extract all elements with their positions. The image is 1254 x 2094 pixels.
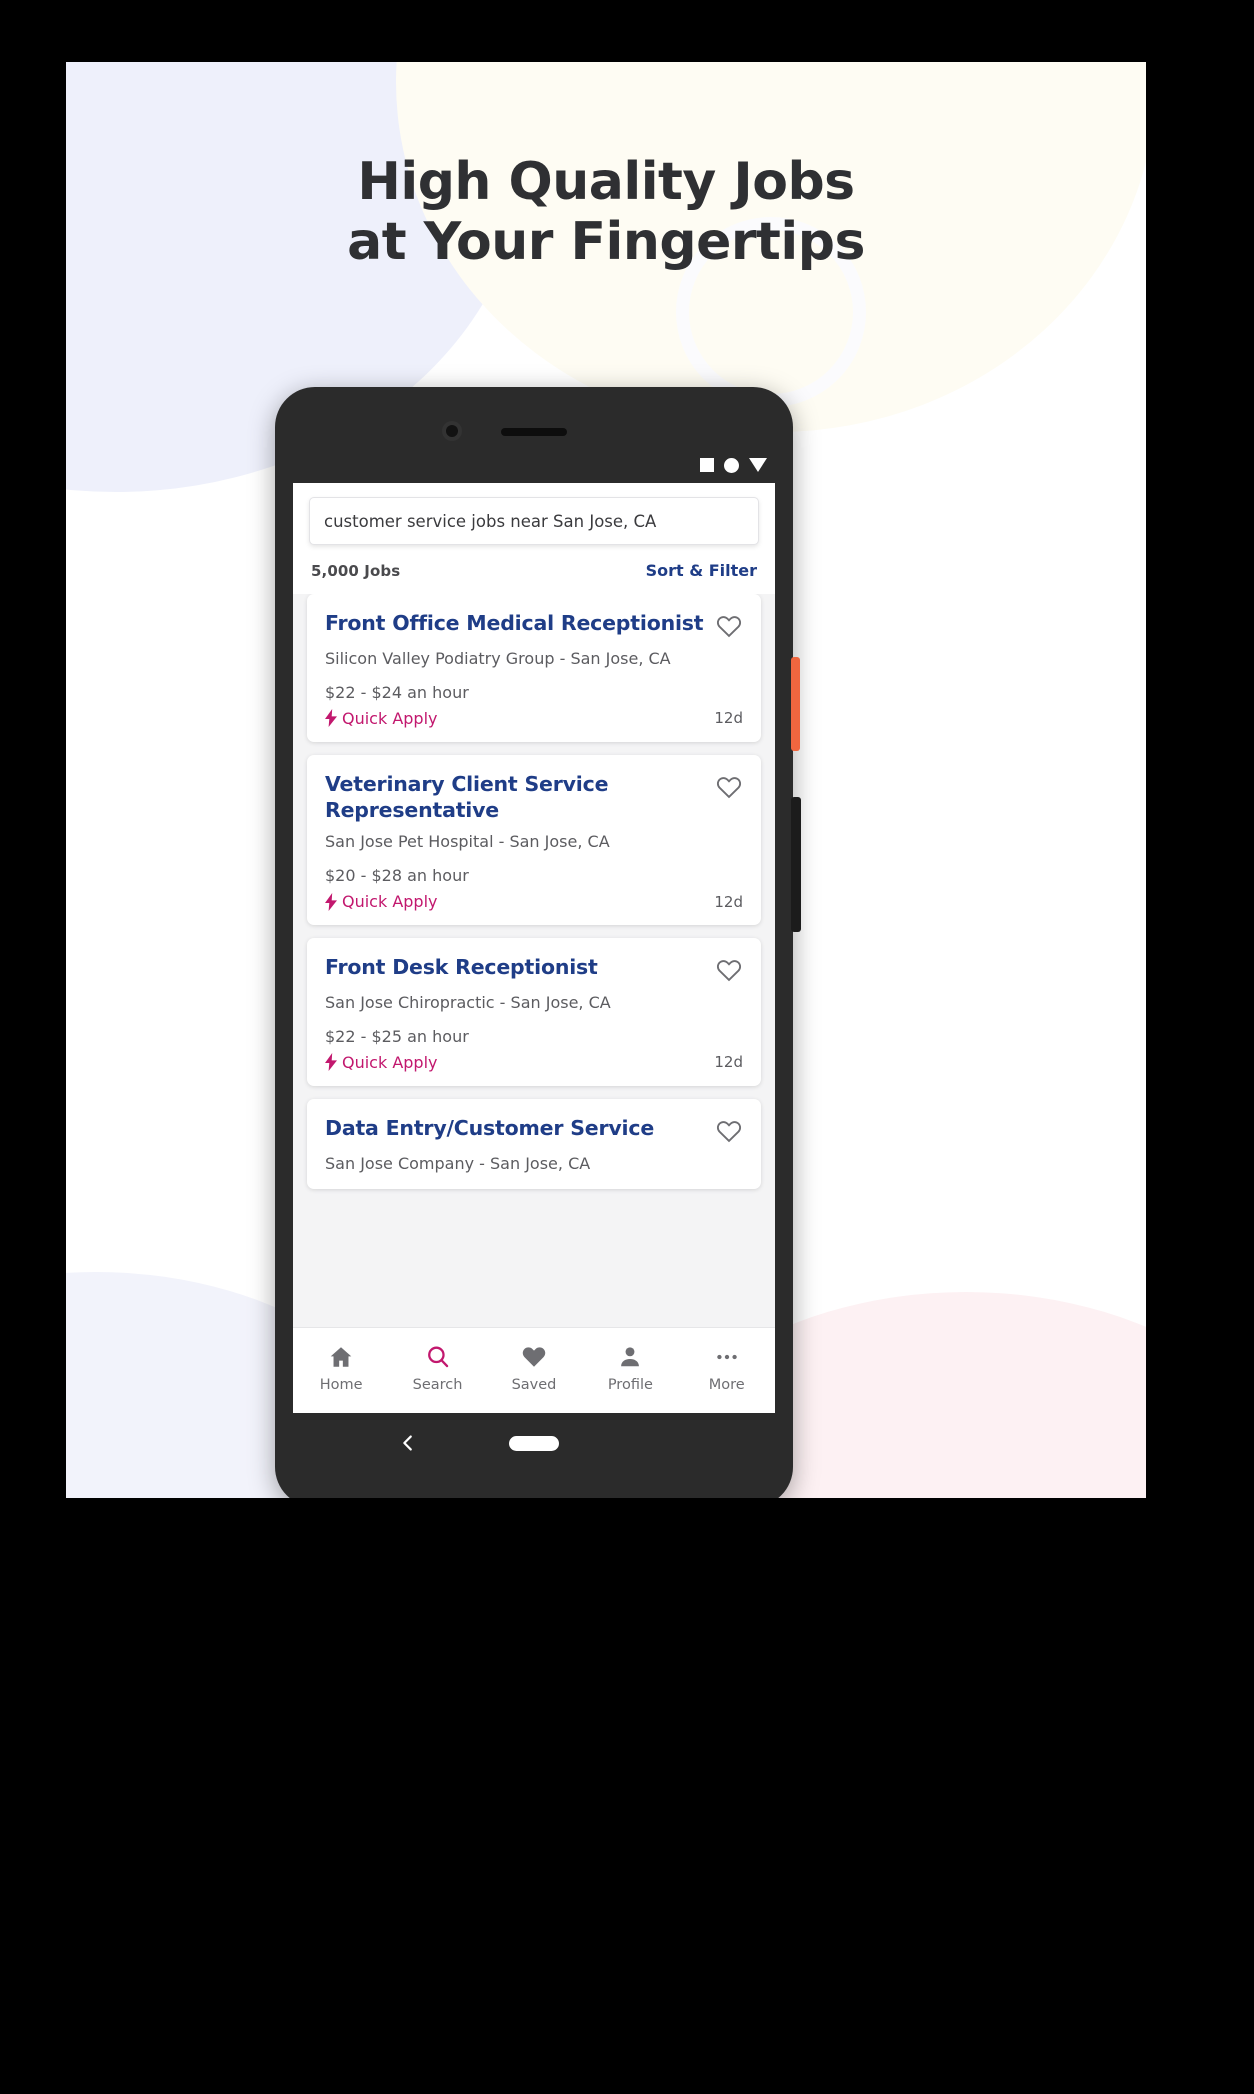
- front-camera-icon: [446, 425, 458, 437]
- lightning-bolt-icon: [325, 1053, 337, 1072]
- nav-label: Search: [412, 1377, 463, 1393]
- job-salary: $22 - $24 an hour: [325, 682, 469, 702]
- job-company: San Jose Company - San Jose, CA: [325, 1153, 591, 1173]
- earpiece-speaker: [501, 428, 567, 436]
- job-title[interactable]: Front Office Medical Receptionist: [325, 610, 705, 636]
- job-card[interactable]: Front Desk Receptionist San Jose Chiropr…: [307, 938, 761, 1086]
- results-bar: 5,000 Jobs Sort & Filter: [309, 545, 759, 594]
- job-footer: Quick Apply 12d: [325, 709, 743, 728]
- jobs-count-label: 5,000 Jobs: [311, 561, 401, 580]
- job-age: 12d: [714, 892, 743, 911]
- status-bar: [275, 449, 793, 481]
- heart-filled-icon: [521, 1344, 547, 1370]
- nav-item-saved[interactable]: Saved: [491, 1344, 577, 1393]
- job-title-row: Front Desk Receptionist: [325, 954, 743, 984]
- job-title[interactable]: Front Desk Receptionist: [325, 954, 705, 980]
- person-icon: [617, 1344, 643, 1370]
- job-salary: $20 - $28 an hour: [325, 866, 469, 886]
- job-footer: Quick Apply 12d: [325, 1053, 743, 1072]
- quick-apply-badge: Quick Apply: [325, 709, 438, 728]
- job-list[interactable]: Front Office Medical Receptionist Silico…: [293, 594, 775, 1327]
- job-title[interactable]: Data Entry/Customer Service: [325, 1115, 705, 1141]
- job-card[interactable]: Data Entry/Customer Service San Jose Com…: [307, 1098, 761, 1189]
- job-title-row: Veterinary Client Service Representative: [325, 771, 743, 823]
- job-age: 12d: [714, 1053, 743, 1072]
- job-card[interactable]: Veterinary Client Service Representative…: [307, 754, 761, 926]
- search-input[interactable]: [309, 497, 759, 545]
- quick-apply-label: Quick Apply: [342, 1052, 438, 1072]
- job-title-row: Front Office Medical Receptionist: [325, 610, 743, 640]
- heart-outline-icon[interactable]: [715, 1117, 743, 1145]
- lightning-bolt-icon: [325, 892, 337, 911]
- job-company: San Jose Chiropractic - San Jose, CA: [325, 993, 611, 1013]
- chevron-left-icon[interactable]: [397, 1432, 419, 1454]
- job-age: 12d: [714, 709, 743, 728]
- heart-outline-icon[interactable]: [715, 773, 743, 801]
- phone-mockup: 5,000 Jobs Sort & Filter Front Office Me…: [275, 387, 801, 1498]
- search-icon: [425, 1344, 451, 1370]
- volume-rocker[interactable]: [791, 797, 801, 932]
- nav-item-more[interactable]: More: [684, 1344, 770, 1393]
- circle-icon: [724, 457, 739, 473]
- screenshot-root: High Quality Jobs at Your Fingertips 5,0…: [0, 0, 1254, 2094]
- promo-headline: High Quality Jobs at Your Fingertips: [66, 152, 1146, 273]
- app-viewport: 5,000 Jobs Sort & Filter Front Office Me…: [293, 483, 775, 1413]
- headline-line-2: at Your Fingertips: [347, 212, 865, 273]
- nav-item-home[interactable]: Home: [298, 1344, 384, 1393]
- nav-label: Saved: [511, 1377, 557, 1393]
- search-header: 5,000 Jobs Sort & Filter: [293, 483, 775, 594]
- triangle-down-icon: [749, 458, 767, 472]
- heart-outline-icon[interactable]: [715, 612, 743, 640]
- quick-apply-badge: Quick Apply: [325, 1053, 438, 1072]
- quick-apply-label: Quick Apply: [342, 708, 438, 728]
- bottom-navigation: Home Search Saved Profile More: [293, 1327, 775, 1413]
- headline-line-1: High Quality Jobs: [357, 152, 855, 212]
- square-icon: [700, 458, 714, 472]
- nav-item-search[interactable]: Search: [395, 1344, 481, 1393]
- nav-label: Home: [319, 1377, 363, 1393]
- heart-outline-icon[interactable]: [715, 956, 743, 984]
- quick-apply-badge: Quick Apply: [325, 892, 438, 911]
- sort-filter-button[interactable]: Sort & Filter: [646, 561, 757, 580]
- nav-item-profile[interactable]: Profile: [587, 1344, 673, 1393]
- ellipsis-icon: [714, 1344, 740, 1370]
- job-card[interactable]: Front Office Medical Receptionist Silico…: [307, 594, 761, 742]
- nav-label: More: [708, 1377, 745, 1393]
- android-navigation-bar: [293, 1413, 775, 1473]
- job-company: San Jose Pet Hospital - San Jose, CA: [325, 832, 610, 852]
- job-title-row: Data Entry/Customer Service: [325, 1115, 743, 1145]
- home-pill-icon[interactable]: [509, 1435, 559, 1451]
- power-button[interactable]: [791, 657, 800, 751]
- lightning-bolt-icon: [325, 709, 337, 728]
- job-company: Silicon Valley Podiatry Group - San Jose…: [325, 649, 671, 668]
- quick-apply-label: Quick Apply: [342, 892, 438, 912]
- nav-label: Profile: [607, 1377, 653, 1393]
- job-salary: $22 - $25 an hour: [325, 1026, 469, 1046]
- home-icon: [328, 1344, 354, 1370]
- job-footer: Quick Apply 12d: [325, 892, 743, 911]
- job-title[interactable]: Veterinary Client Service Representative: [325, 771, 705, 823]
- promo-canvas: High Quality Jobs at Your Fingertips 5,0…: [66, 62, 1146, 1498]
